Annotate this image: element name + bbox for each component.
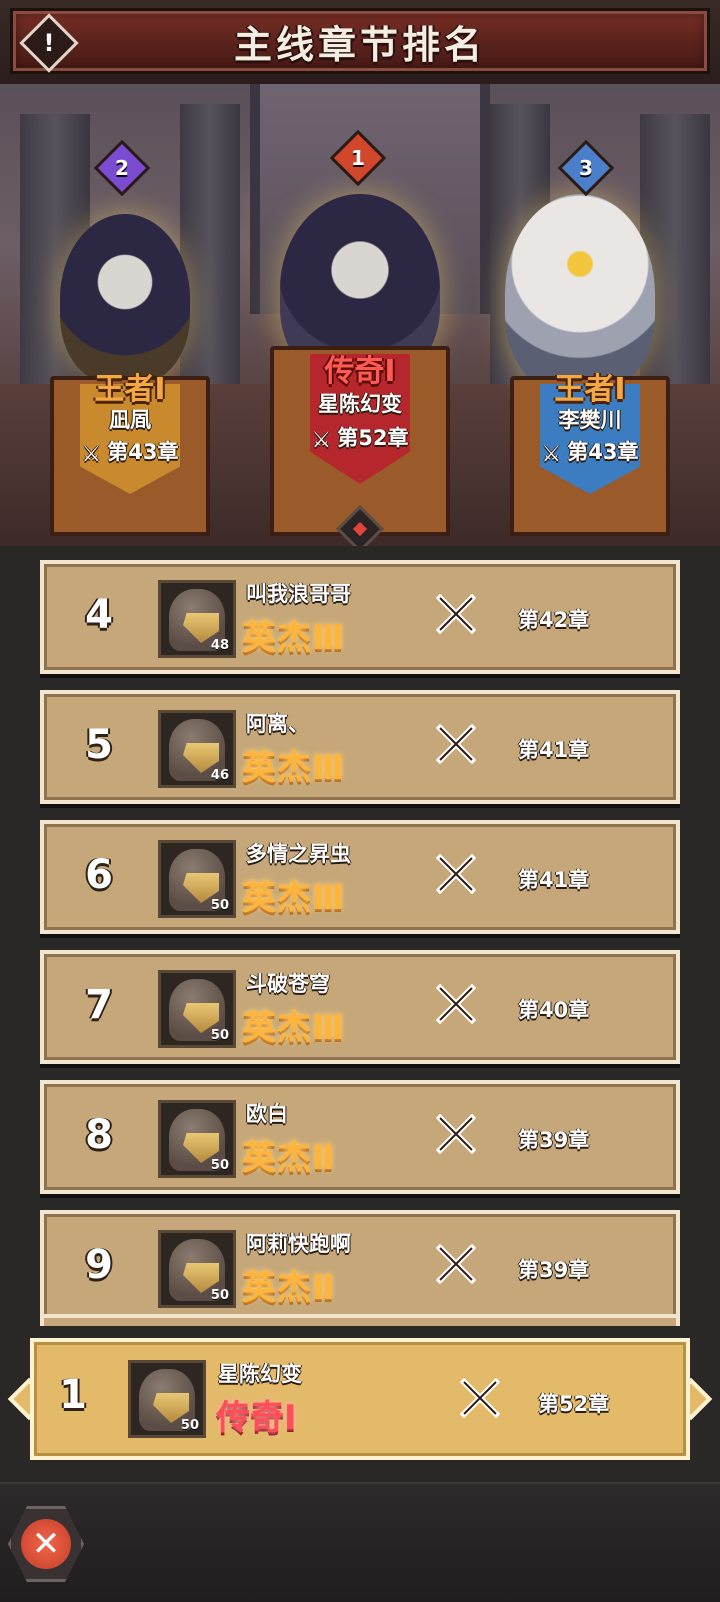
rank-number: 8 [85, 1112, 113, 1158]
list-item[interactable]: 7 50 斗破苍穹 英杰Ⅲ 第40章 [40, 950, 680, 1064]
podium-name-rank-3: 李樊川 [558, 408, 622, 432]
rank-number: 4 [85, 592, 113, 638]
crossed-swords-icon [436, 1244, 476, 1284]
podium-chapter-rank-1: ⚔ 第52章 [311, 426, 409, 453]
tier-label: 英杰Ⅲ [242, 878, 346, 918]
level-badge: 50 [210, 1288, 229, 1303]
podium-tier-rank-3: 王者I [554, 372, 626, 407]
list-item-partial[interactable] [40, 1314, 680, 1326]
level-badge: 50 [180, 1418, 199, 1433]
crossed-swords-icon [436, 1114, 476, 1154]
chapter-label: 第42章 [518, 608, 590, 632]
rank-badge-2: 2 [93, 139, 151, 197]
avatar[interactable]: 50 [158, 1100, 236, 1178]
list-item[interactable]: 8 50 欧白 英杰Ⅱ 第39章 [40, 1080, 680, 1194]
crossed-swords-icon [436, 724, 476, 764]
podium-tier-rank-1: 传奇I [324, 354, 396, 389]
podium-name-rank-2: 凪凮 [109, 408, 151, 432]
crossed-swords-icon [436, 594, 476, 634]
player-name: 阿离、 [246, 712, 309, 736]
player-name: 斗破苍穹 [246, 972, 330, 996]
my-rank-bar[interactable]: 1 50 星陈幻变 传奇I 第52章 [30, 1338, 690, 1460]
hero-figure-rank-2[interactable] [60, 214, 190, 384]
player-name: 欧白 [246, 1102, 288, 1126]
rank-number: 9 [85, 1242, 113, 1288]
close-button[interactable]: ✕ [8, 1506, 84, 1582]
crossed-swords-icon [460, 1378, 500, 1418]
crossed-swords-icon: ⚔ [311, 428, 332, 453]
avatar[interactable]: 50 [158, 970, 236, 1048]
player-name: 阿莉快跑啊 [246, 1232, 351, 1256]
level-badge: 48 [210, 638, 229, 653]
podium-chapter-rank-3: ⚔ 第43章 [541, 440, 639, 467]
level-badge: 50 [210, 1028, 229, 1043]
avatar[interactable]: 48 [158, 580, 236, 658]
crossed-swords-icon: ⚔ [541, 442, 562, 467]
crossed-swords-icon [436, 984, 476, 1024]
level-badge: 50 [210, 898, 229, 913]
chapter-label: 第41章 [518, 868, 590, 892]
player-name: 叫我浪哥哥 [246, 582, 351, 606]
avatar[interactable]: 50 [128, 1360, 206, 1438]
rank-number: 7 [85, 982, 113, 1028]
chapter-label: 第39章 [518, 1258, 590, 1282]
avatar[interactable]: 46 [158, 710, 236, 788]
tier-label: 英杰Ⅲ [242, 618, 346, 658]
background-pillar [640, 114, 710, 394]
avatar[interactable]: 50 [158, 840, 236, 918]
chapter-label: 第41章 [518, 738, 590, 762]
my-rank-number: 1 [59, 1372, 87, 1418]
my-player-name: 星陈幻变 [218, 1362, 302, 1386]
player-name: 多情之昇虫 [246, 842, 351, 866]
chapter-label: 第40章 [518, 998, 590, 1022]
list-item[interactable]: 9 50 阿莉快跑啊 英杰Ⅱ 第39章 [40, 1210, 680, 1324]
header: ! 主线章节排名 [0, 0, 720, 87]
rank-badge-3: 3 [557, 139, 615, 197]
rank-number: 6 [85, 852, 113, 898]
tier-label: 英杰Ⅱ [242, 1268, 336, 1308]
tier-label: 英杰Ⅲ [242, 748, 346, 788]
footer: ✕ [0, 1482, 720, 1602]
my-chapter-label: 第52章 [538, 1392, 610, 1416]
list-item[interactable]: 6 50 多情之昇虫 英杰Ⅲ 第41章 [40, 820, 680, 934]
list-item[interactable]: 5 46 阿离、 英杰Ⅲ 第41章 [40, 690, 680, 804]
podium-chapter-rank-2: ⚔ 第43章 [81, 440, 179, 467]
avatar[interactable]: 50 [158, 1230, 236, 1308]
podium-name-rank-1: 星陈幻变 [318, 392, 402, 416]
crossed-swords-icon [436, 854, 476, 894]
podium-scene: 2 1 3 王者I 凪凮 ⚔ 第43章 传奇I 星陈幻变 ⚔ 第52章 王者I 李樊… [0, 84, 720, 546]
level-badge: 50 [210, 1158, 229, 1173]
background-pillar [180, 104, 240, 394]
crossed-swords-icon: ⚔ [81, 442, 102, 467]
tier-label: 英杰Ⅱ [242, 1138, 336, 1178]
list-item[interactable]: 4 48 叫我浪哥哥 英杰Ⅲ 第42章 [40, 560, 680, 674]
close-icon: ✕ [21, 1519, 71, 1569]
podium-tier-rank-2: 王者I [94, 372, 166, 407]
tier-label: 英杰Ⅲ [242, 1008, 346, 1048]
rank-number: 5 [85, 722, 113, 768]
page-title: 主线章节排名 [233, 23, 486, 67]
chapter-label: 第39章 [518, 1128, 590, 1152]
my-tier-label: 传奇I [216, 1398, 297, 1438]
level-badge: 46 [210, 768, 229, 783]
